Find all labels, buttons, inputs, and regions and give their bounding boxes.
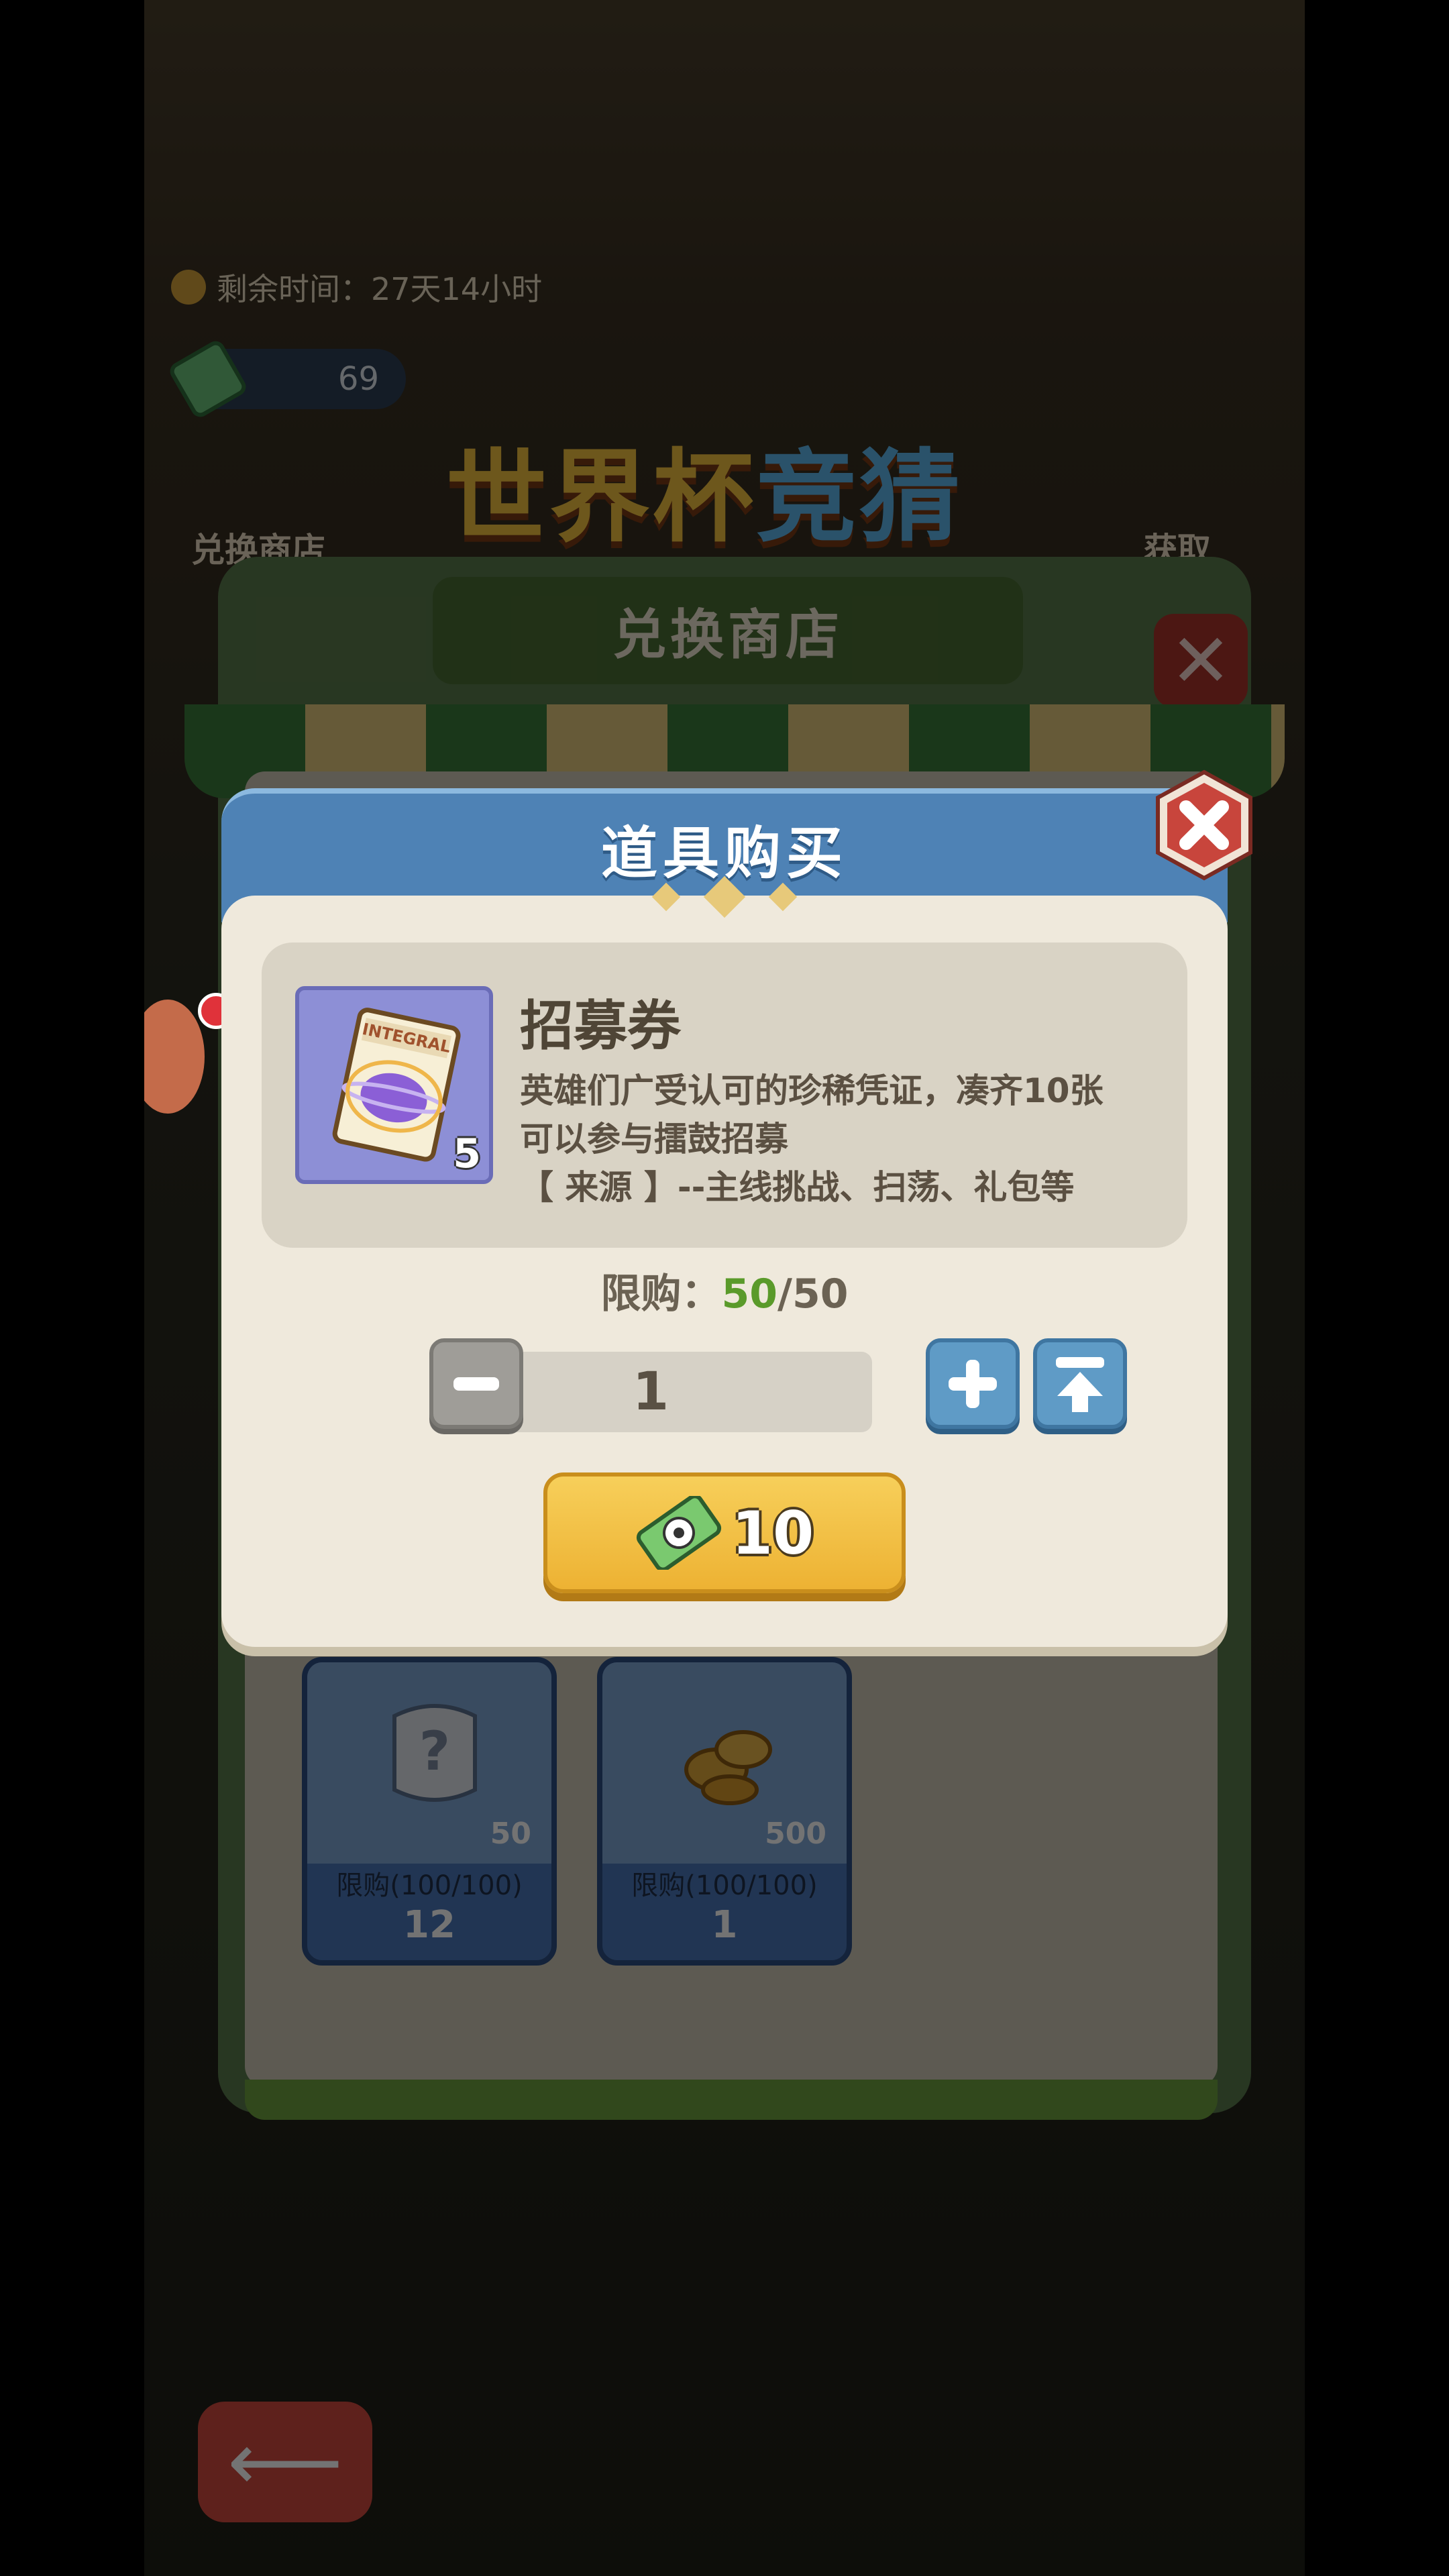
event-title: 世界杯竞猜 <box>446 416 963 561</box>
currency-amount: 69 <box>337 360 379 398</box>
card-cost: 12 <box>403 1903 455 1947</box>
card-limit: 限购(100/100) <box>631 1870 818 1901</box>
purchase-limit-label: 限购： <box>600 1271 722 1318</box>
item-info-panel: INTEGRAL 5 招募券 英雄们广受认可的珍稀凭证，凑齐10张 可以参与擂鼓… <box>262 943 1187 1248</box>
card-quantity: 500 <box>765 1817 826 1851</box>
minus-icon <box>453 1377 499 1391</box>
shop-card[interactable]: ? 50 限购(100/100) 12 <box>302 1657 557 1966</box>
plus-icon <box>949 1360 997 1408</box>
item-description: 英雄们广受认可的珍稀凭证，凑齐10张 可以参与擂鼓招募 【 来源 】--主线挑战… <box>520 1067 1164 1212</box>
purchase-limit-current: 50 <box>721 1271 778 1318</box>
card-limit: 限购(100/100) <box>336 1870 523 1901</box>
currency-counter[interactable]: 69 <box>166 337 406 421</box>
card-cost: 1 <box>711 1903 738 1947</box>
card-quantity: 50 <box>490 1817 531 1851</box>
event-title-accent: 竞猜 <box>756 439 963 556</box>
clock-icon <box>171 270 206 305</box>
shop-title: 兑换商店 <box>433 577 1023 684</box>
item-desc-line: 英雄们广受认可的珍稀凭证，凑齐10张 <box>520 1071 1104 1110</box>
shop-card[interactable]: 500 限购(100/100) 1 <box>597 1657 852 1966</box>
scroll-icon: ? <box>392 1704 477 1802</box>
max-quantity-button[interactable] <box>1033 1338 1127 1429</box>
remaining-time: 剩余时间：27天14小时 <box>171 265 542 309</box>
shop-bottom-bar <box>245 2080 1218 2120</box>
buy-price: 10 <box>731 1498 814 1568</box>
item-name: 招募券 <box>520 995 681 1057</box>
item-desc-line: 可以参与擂鼓招募 <box>520 1120 788 1159</box>
ticket-icon <box>166 337 250 421</box>
purchase-limit: 限购：50/50 <box>221 1261 1228 1320</box>
back-button[interactable]: ⟵ <box>198 2402 372 2522</box>
gold-coins-icon <box>684 1730 772 1805</box>
recruit-ticket-icon: INTEGRAL 5 <box>295 986 493 1184</box>
buy-button[interactable]: 10 <box>543 1472 906 1593</box>
football-ticket-icon <box>636 1496 721 1570</box>
header-ornament <box>624 875 825 918</box>
max-arrow-icon <box>1056 1357 1104 1412</box>
remaining-time-label: 剩余时间：27天14小时 <box>217 271 543 307</box>
increase-button[interactable] <box>926 1338 1020 1429</box>
item-purchase-dialog: 道具购买 INTEGRAL 5 招募券 英雄们广受认可的珍稀凭证，凑齐10张 可… <box>221 769 1252 1660</box>
purchase-limit-total: /50 <box>777 1271 849 1318</box>
shop-close-button[interactable]: ✕ <box>1154 614 1248 708</box>
svg-text:?: ? <box>419 1720 450 1782</box>
event-title-main: 世界杯 <box>446 439 757 556</box>
hero-avatar[interactable] <box>144 1000 205 1114</box>
item-source-line: 【 来源 】--主线挑战、扫荡、礼包等 <box>520 1168 1075 1207</box>
item-count: 5 <box>453 1130 481 1177</box>
decrease-button[interactable] <box>429 1338 523 1429</box>
close-button[interactable] <box>1147 768 1261 882</box>
